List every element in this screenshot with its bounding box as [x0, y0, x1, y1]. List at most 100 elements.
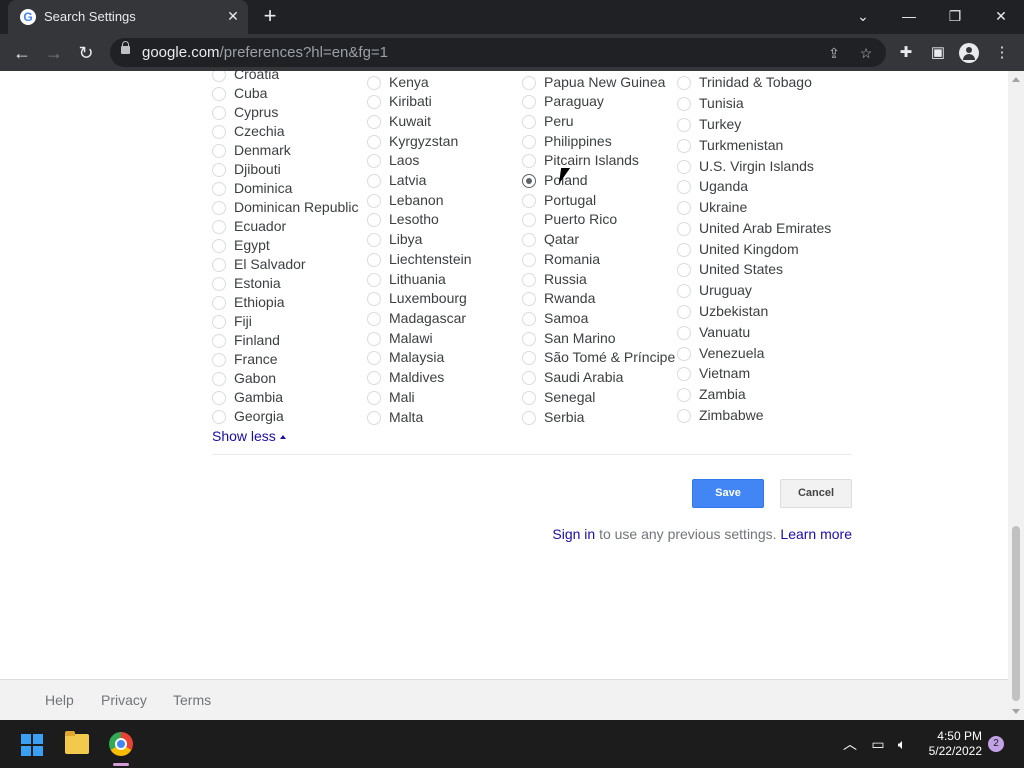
radio-button[interactable]: [677, 263, 691, 277]
radio-button[interactable]: [212, 296, 226, 310]
restore-button[interactable]: ❐: [941, 4, 969, 28]
radio-button[interactable]: [677, 222, 691, 236]
radio-button[interactable]: [522, 351, 536, 365]
radio-button[interactable]: [677, 367, 691, 381]
radio-button[interactable]: [367, 292, 381, 306]
radio-button[interactable]: [212, 182, 226, 196]
file-explorer-icon[interactable]: [65, 731, 89, 754]
radio-button[interactable]: [367, 76, 381, 90]
show-hidden-icons-chevron-icon[interactable]: ︿: [840, 734, 860, 754]
radio-button[interactable]: [367, 273, 381, 287]
radio-button[interactable]: [677, 97, 691, 111]
radio-button[interactable]: [522, 154, 536, 168]
footer-help-link[interactable]: Help: [45, 692, 74, 708]
radio-button[interactable]: [212, 144, 226, 158]
reload-icon[interactable]: ↻: [73, 40, 99, 66]
scroll-up-icon[interactable]: [1012, 77, 1020, 82]
radio-button[interactable]: [522, 233, 536, 247]
scroll-down-icon[interactable]: [1012, 709, 1020, 714]
radio-button[interactable]: [677, 388, 691, 402]
radio-button[interactable]: [212, 163, 226, 177]
cancel-button[interactable]: Cancel: [780, 479, 852, 508]
profile-avatar-icon[interactable]: [959, 43, 979, 63]
radio-button[interactable]: [367, 351, 381, 365]
radio-button[interactable]: [522, 115, 536, 129]
extensions-puzzle-icon[interactable]: ✚: [893, 40, 919, 66]
radio-button[interactable]: [367, 174, 381, 188]
radio-button[interactable]: [212, 220, 226, 234]
radio-button[interactable]: [522, 273, 536, 287]
radio-button[interactable]: [522, 95, 536, 109]
radio-button[interactable]: [367, 135, 381, 149]
radio-button[interactable]: [212, 239, 226, 253]
radio-button[interactable]: [367, 154, 381, 168]
sign-in-link[interactable]: Sign in: [552, 526, 595, 542]
footer-privacy-link[interactable]: Privacy: [101, 692, 147, 708]
radio-button[interactable]: [677, 305, 691, 319]
new-tab-button[interactable]: +: [258, 5, 282, 29]
windows-start-icon[interactable]: [21, 734, 43, 756]
radio-button[interactable]: [677, 180, 691, 194]
radio-button[interactable]: [212, 315, 226, 329]
radio-button[interactable]: [677, 201, 691, 215]
radio-button[interactable]: [367, 253, 381, 267]
radio-button[interactable]: [522, 371, 536, 385]
show-less-link[interactable]: Show less: [212, 428, 286, 444]
radio-button[interactable]: [367, 194, 381, 208]
radio-button[interactable]: [677, 118, 691, 132]
notification-badge[interactable]: 2: [988, 736, 1004, 752]
radio-button[interactable]: [677, 409, 691, 423]
save-button[interactable]: Save: [692, 479, 764, 508]
radio-button[interactable]: [522, 213, 536, 227]
radio-button[interactable]: [677, 243, 691, 257]
radio-button[interactable]: [677, 326, 691, 340]
radio-button[interactable]: [677, 347, 691, 361]
radio-button[interactable]: [212, 258, 226, 272]
minimize-button[interactable]: —: [895, 4, 923, 28]
tab-search-settings[interactable]: G Search Settings ✕: [8, 0, 248, 34]
volume-icon[interactable]: 🔈︎: [892, 734, 912, 754]
scroll-thumb[interactable]: [1012, 526, 1020, 701]
radio-button[interactable]: [367, 371, 381, 385]
radio-button[interactable]: [212, 277, 226, 291]
radio-button[interactable]: [367, 233, 381, 247]
address-bar[interactable]: google.com/preferences?hl=en&fg=1 ⇪ ☆: [110, 38, 886, 67]
radio-button[interactable]: [522, 174, 536, 188]
radio-button[interactable]: [212, 106, 226, 120]
radio-button[interactable]: [212, 372, 226, 386]
radio-button[interactable]: [367, 332, 381, 346]
radio-button[interactable]: [367, 115, 381, 129]
system-clock[interactable]: 4:50 PM 5/22/2022: [918, 729, 982, 759]
close-tab-icon[interactable]: ✕: [224, 7, 242, 25]
radio-button[interactable]: [522, 411, 536, 425]
lock-icon[interactable]: [121, 41, 130, 54]
share-icon[interactable]: ⇪: [823, 42, 845, 64]
radio-button[interactable]: [367, 391, 381, 405]
radio-button[interactable]: [212, 391, 226, 405]
tab-search-chevron-icon[interactable]: ⌄: [849, 4, 877, 28]
radio-button[interactable]: [212, 201, 226, 215]
radio-button[interactable]: [212, 71, 226, 82]
network-icon[interactable]: ▭: [868, 734, 888, 754]
radio-button[interactable]: [522, 391, 536, 405]
radio-button[interactable]: [677, 284, 691, 298]
radio-button[interactable]: [367, 411, 381, 425]
close-window-button[interactable]: ✕: [987, 4, 1015, 28]
chrome-taskbar-icon[interactable]: [109, 732, 133, 756]
radio-button[interactable]: [367, 213, 381, 227]
page-scrollbar[interactable]: [1008, 71, 1024, 720]
radio-button[interactable]: [522, 312, 536, 326]
radio-button[interactable]: [212, 87, 226, 101]
radio-button[interactable]: [522, 135, 536, 149]
learn-more-link[interactable]: Learn more: [780, 526, 852, 542]
radio-button[interactable]: [212, 353, 226, 367]
radio-button[interactable]: [367, 312, 381, 326]
forward-arrow-icon[interactable]: →: [41, 40, 67, 66]
bookmark-star-icon[interactable]: ☆: [855, 42, 877, 64]
menu-kebab-icon[interactable]: ⋮: [989, 40, 1015, 66]
radio-button[interactable]: [522, 292, 536, 306]
radio-button[interactable]: [522, 76, 536, 90]
radio-button[interactable]: [677, 76, 691, 90]
radio-button[interactable]: [522, 253, 536, 267]
radio-button[interactable]: [677, 139, 691, 153]
